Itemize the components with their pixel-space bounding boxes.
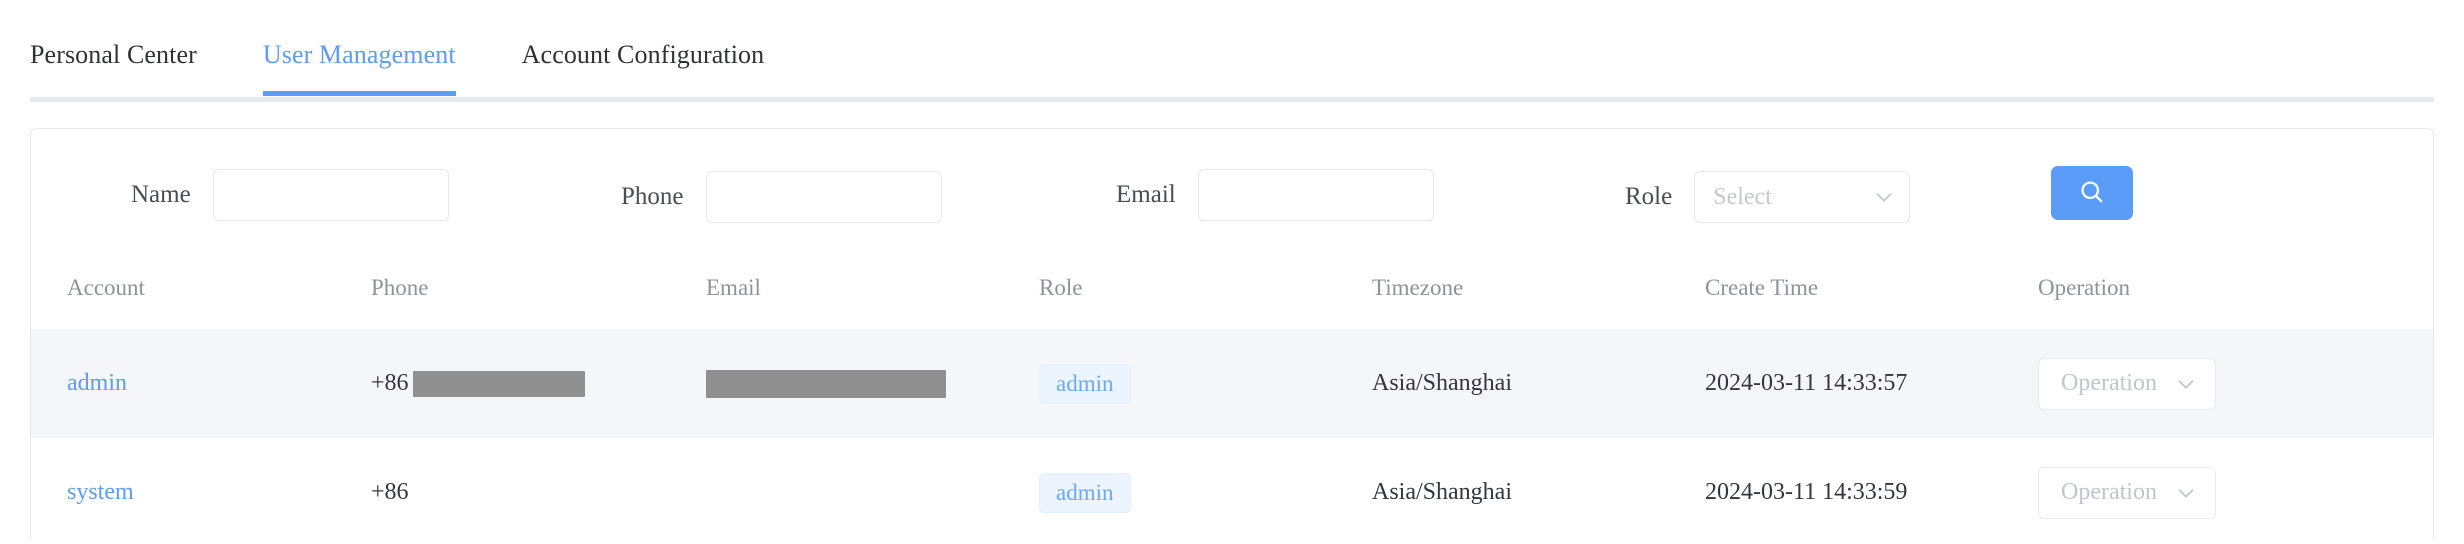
email-input[interactable] (1197, 169, 1434, 221)
filter-email-label: Email (1116, 181, 1176, 208)
operation-dropdown[interactable]: Operation (2038, 466, 2216, 519)
filter-role: Role Select (1625, 171, 1911, 223)
name-input[interactable] (212, 169, 449, 221)
column-header-account: Account (67, 275, 145, 300)
operation-dropdown[interactable]: Operation (2038, 357, 2216, 410)
role-tag: admin (1039, 472, 1131, 513)
cell-email (706, 369, 1039, 398)
filter-phone: Phone (621, 171, 942, 223)
tab-account-configuration[interactable]: Account Configuration (522, 40, 765, 96)
filter-email: Email (1116, 169, 1434, 221)
users-table: Account Phone Email Role Timezone Create… (31, 247, 2433, 540)
tab-personal-center[interactable]: Personal Center (30, 40, 197, 96)
filter-role-label: Role (1625, 183, 1673, 210)
search-icon (2078, 178, 2106, 209)
cell-operation: Operation (2038, 357, 2433, 410)
filter-phone-label: Phone (621, 183, 684, 210)
table-row[interactable]: system +86 admin Asia/Shanghai 2024-03-1… (31, 438, 2433, 540)
chevron-down-icon (2175, 482, 2197, 504)
filter-name-label: Name (131, 181, 191, 208)
cell-account: system (31, 479, 371, 506)
redaction-bar-email (706, 369, 946, 398)
phone-value: +86 (371, 370, 409, 396)
tab-account-configuration-label: Account Configuration (521, 40, 765, 69)
tab-personal-center-label: Personal Center (30, 40, 197, 69)
role-tag: admin (1039, 363, 1131, 404)
operation-dropdown-label: Operation (2061, 370, 2157, 396)
operation-dropdown-label: Operation (2061, 479, 2157, 505)
role-select[interactable]: Select (1694, 171, 1911, 223)
column-header-create-time: Create Time (1705, 275, 1819, 300)
user-management-card: Name Phone Email Role Select Account Pho… (30, 128, 2434, 540)
cell-account: admin (31, 370, 371, 397)
cell-role: admin (1039, 472, 1372, 513)
search-button[interactable] (2051, 166, 2133, 220)
account-link[interactable]: admin (67, 370, 127, 396)
chevron-down-icon (1873, 186, 1895, 208)
role-select-value: Select (1713, 184, 1772, 210)
cell-create-time: 2024-03-11 14:33:57 (1705, 370, 1908, 396)
tab-underline-track (30, 97, 2434, 102)
phone-value: +86 (371, 479, 409, 505)
column-header-timezone: Timezone (1372, 275, 1464, 300)
cell-role: admin (1039, 363, 1372, 404)
cell-operation: Operation (2038, 466, 2433, 519)
cell-create-time: 2024-03-11 14:33:59 (1705, 479, 1908, 505)
column-header-phone: Phone (371, 275, 429, 300)
cell-phone: +86 (371, 370, 706, 397)
column-header-role: Role (1039, 275, 1083, 300)
cell-timezone: Asia/Shanghai (1372, 370, 1512, 396)
cell-timezone: Asia/Shanghai (1372, 479, 1512, 505)
tab-user-management-label: User Management (262, 40, 456, 69)
column-header-email: Email (706, 275, 761, 300)
chevron-down-icon (2175, 373, 2197, 395)
redaction-bar-phone (412, 370, 585, 397)
table-header-row: Account Phone Email Role Timezone Create… (31, 247, 2433, 329)
tab-user-management[interactable]: User Management (262, 40, 456, 96)
cell-phone: +86 (371, 479, 706, 506)
filter-name: Name (131, 169, 449, 221)
table-row[interactable]: admin +86 admin Asia/Shanghai 2024-03-11… (31, 329, 2433, 438)
filter-bar: Name Phone Email Role Select (31, 157, 2433, 233)
column-header-operation: Operation (2038, 275, 2130, 300)
phone-input[interactable] (705, 171, 942, 223)
tab-list: Personal Center User Management Account … (30, 40, 764, 96)
account-link[interactable]: system (67, 479, 134, 505)
tab-bar: Personal Center User Management Account … (0, 0, 2464, 104)
